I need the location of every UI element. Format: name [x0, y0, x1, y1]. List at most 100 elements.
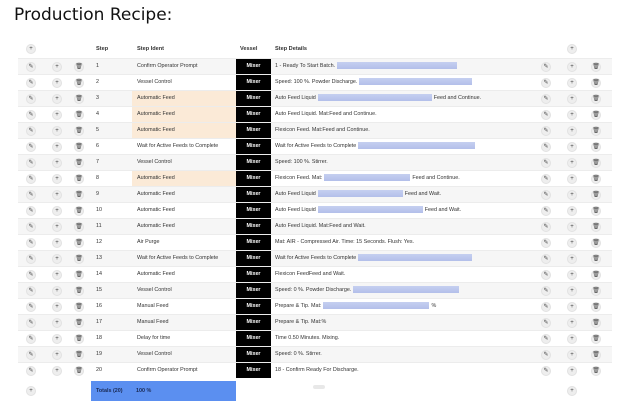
edit-icon[interactable]: ✎	[26, 237, 36, 248]
edit-icon[interactable]: ✎	[26, 349, 36, 360]
add-step-icon[interactable]: +	[567, 333, 577, 344]
add-step-icon[interactable]: +	[52, 93, 62, 104]
edit-icon[interactable]: ✎	[26, 333, 36, 344]
delete-icon[interactable]: 🗑	[591, 173, 601, 184]
edit-icon[interactable]: ✎	[541, 317, 551, 328]
add-row-top-button[interactable]: +	[26, 44, 36, 54]
edit-icon[interactable]: ✎	[26, 285, 36, 296]
delete-icon[interactable]: 🗑	[74, 269, 84, 280]
add-row-bottom-button[interactable]: +	[26, 386, 36, 396]
add-step-icon[interactable]: +	[52, 253, 62, 264]
add-step-icon[interactable]: +	[567, 205, 577, 216]
add-step-icon[interactable]: +	[567, 349, 577, 360]
edit-icon[interactable]: ✎	[541, 269, 551, 280]
delete-icon[interactable]: 🗑	[74, 93, 84, 104]
edit-icon[interactable]: ✎	[541, 365, 551, 376]
add-step-icon[interactable]: +	[52, 173, 62, 184]
delete-icon[interactable]: 🗑	[74, 125, 84, 136]
edit-icon[interactable]: ✎	[541, 333, 551, 344]
edit-icon[interactable]: ✎	[26, 93, 36, 104]
edit-icon[interactable]: ✎	[26, 221, 36, 232]
add-step-icon[interactable]: +	[52, 189, 62, 200]
add-step-icon[interactable]: +	[567, 237, 577, 248]
delete-icon[interactable]: 🗑	[74, 333, 84, 344]
add-step-icon[interactable]: +	[567, 285, 577, 296]
add-step-icon[interactable]: +	[567, 269, 577, 280]
add-step-icon[interactable]: +	[567, 253, 577, 264]
edit-icon[interactable]: ✎	[26, 125, 36, 136]
delete-icon[interactable]: 🗑	[591, 253, 601, 264]
delete-icon[interactable]: 🗑	[74, 301, 84, 312]
delete-icon[interactable]: 🗑	[74, 237, 84, 248]
delete-icon[interactable]: 🗑	[74, 317, 84, 328]
add-step-icon[interactable]: +	[52, 157, 62, 168]
add-row-top-right-button[interactable]: +	[567, 44, 577, 54]
add-step-icon[interactable]: +	[567, 301, 577, 312]
add-step-icon[interactable]: +	[52, 77, 62, 88]
edit-icon[interactable]: ✎	[26, 173, 36, 184]
delete-icon[interactable]: 🗑	[591, 301, 601, 312]
add-step-icon[interactable]: +	[52, 237, 62, 248]
delete-icon[interactable]: 🗑	[74, 221, 84, 232]
add-row-bottom-right-button[interactable]: +	[567, 386, 577, 396]
delete-icon[interactable]: 🗑	[591, 269, 601, 280]
edit-icon[interactable]: ✎	[26, 205, 36, 216]
delete-icon[interactable]: 🗑	[74, 157, 84, 168]
delete-icon[interactable]: 🗑	[74, 349, 84, 360]
edit-icon[interactable]: ✎	[541, 237, 551, 248]
edit-icon[interactable]: ✎	[26, 61, 36, 72]
delete-icon[interactable]: 🗑	[74, 253, 84, 264]
add-step-icon[interactable]: +	[52, 61, 62, 72]
add-step-icon[interactable]: +	[567, 141, 577, 152]
delete-icon[interactable]: 🗑	[591, 365, 601, 376]
delete-icon[interactable]: 🗑	[74, 189, 84, 200]
edit-icon[interactable]: ✎	[541, 141, 551, 152]
edit-icon[interactable]: ✎	[26, 77, 36, 88]
edit-icon[interactable]: ✎	[541, 301, 551, 312]
add-step-icon[interactable]: +	[52, 333, 62, 344]
add-step-icon[interactable]: +	[52, 205, 62, 216]
add-step-icon[interactable]: +	[567, 61, 577, 72]
add-step-icon[interactable]: +	[52, 349, 62, 360]
delete-icon[interactable]: 🗑	[591, 61, 601, 72]
delete-icon[interactable]: 🗑	[74, 61, 84, 72]
add-step-icon[interactable]: +	[567, 221, 577, 232]
delete-icon[interactable]: 🗑	[591, 221, 601, 232]
add-step-icon[interactable]: +	[52, 317, 62, 328]
edit-icon[interactable]: ✎	[26, 141, 36, 152]
edit-icon[interactable]: ✎	[26, 253, 36, 264]
add-step-icon[interactable]: +	[567, 365, 577, 376]
add-step-icon[interactable]: +	[52, 221, 62, 232]
edit-icon[interactable]: ✎	[541, 77, 551, 88]
add-step-icon[interactable]: +	[567, 173, 577, 184]
delete-icon[interactable]: 🗑	[591, 237, 601, 248]
add-step-icon[interactable]: +	[52, 141, 62, 152]
delete-icon[interactable]: 🗑	[591, 109, 601, 120]
edit-icon[interactable]: ✎	[541, 221, 551, 232]
edit-icon[interactable]: ✎	[26, 109, 36, 120]
add-step-icon[interactable]: +	[567, 189, 577, 200]
add-step-icon[interactable]: +	[567, 125, 577, 136]
delete-icon[interactable]: 🗑	[591, 205, 601, 216]
delete-icon[interactable]: 🗑	[591, 157, 601, 168]
delete-icon[interactable]: 🗑	[74, 77, 84, 88]
add-step-icon[interactable]: +	[52, 285, 62, 296]
edit-icon[interactable]: ✎	[26, 269, 36, 280]
edit-icon[interactable]: ✎	[541, 349, 551, 360]
add-step-icon[interactable]: +	[52, 125, 62, 136]
delete-icon[interactable]: 🗑	[74, 205, 84, 216]
delete-icon[interactable]: 🗑	[591, 349, 601, 360]
edit-icon[interactable]: ✎	[26, 189, 36, 200]
add-step-icon[interactable]: +	[567, 317, 577, 328]
delete-icon[interactable]: 🗑	[591, 333, 601, 344]
edit-icon[interactable]: ✎	[541, 61, 551, 72]
delete-icon[interactable]: 🗑	[591, 189, 601, 200]
edit-icon[interactable]: ✎	[26, 157, 36, 168]
delete-icon[interactable]: 🗑	[591, 285, 601, 296]
add-step-icon[interactable]: +	[567, 93, 577, 104]
edit-icon[interactable]: ✎	[541, 109, 551, 120]
add-step-icon[interactable]: +	[52, 365, 62, 376]
edit-icon[interactable]: ✎	[541, 93, 551, 104]
delete-icon[interactable]: 🗑	[591, 125, 601, 136]
edit-icon[interactable]: ✎	[541, 157, 551, 168]
